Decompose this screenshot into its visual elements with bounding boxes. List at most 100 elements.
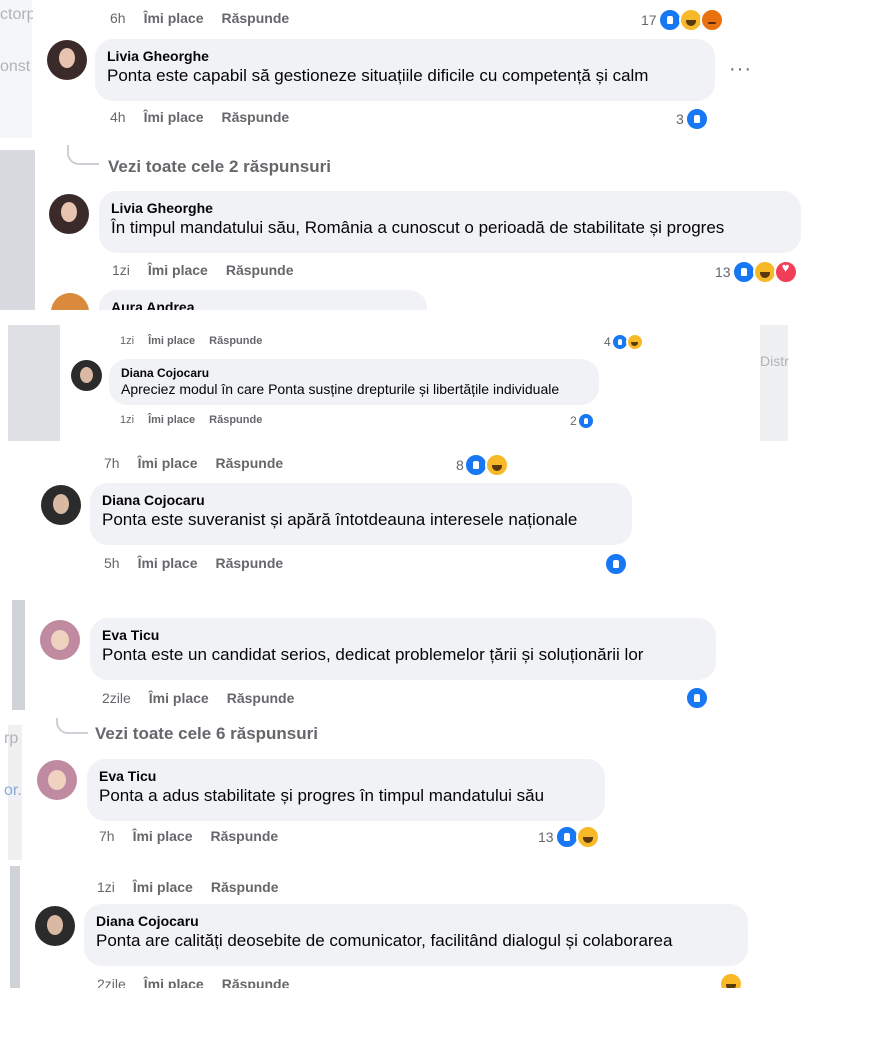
timestamp: 2zile: [102, 690, 131, 706]
reply-button[interactable]: Răspunde: [209, 335, 262, 347]
like-button[interactable]: Îmi place: [138, 555, 198, 571]
comment-actions: 1zi Îmi place Răspunde: [120, 335, 276, 347]
thread-connector: [56, 718, 88, 734]
reaction-summary[interactable]: 4: [604, 333, 644, 351]
reply-button[interactable]: Răspunde: [222, 976, 290, 988]
like-reaction-icon: [657, 8, 682, 32]
reaction-summary[interactable]: 17: [641, 8, 724, 32]
haha-reaction-icon: [719, 972, 743, 988]
comment-bubble: Diana Cojocaru Apreciez modul în care Po…: [109, 359, 599, 405]
background-text: or.: [4, 782, 22, 799]
timestamp: 1zi: [97, 879, 115, 895]
like-reaction-icon[interactable]: [685, 686, 709, 710]
like-button[interactable]: Îmi place: [144, 976, 204, 988]
comment-actions: 1zi Îmi place Răspunde: [112, 262, 312, 278]
reaction-count: 4: [604, 335, 611, 349]
comment-section-7: 1zi Îmi place Răspunde Diana Cojocaru Pont…: [20, 866, 750, 988]
comment-text: Ponta a adus stabilitate și progres în t…: [99, 786, 545, 805]
reply-button[interactable]: Răspunde: [216, 455, 284, 471]
comment-author[interactable]: Diana Cojocaru: [96, 912, 736, 930]
avatar[interactable]: [51, 293, 89, 310]
avatar[interactable]: [41, 485, 81, 525]
reaction-summary[interactable]: 3: [676, 107, 709, 131]
timestamp: 1zi: [120, 414, 135, 426]
comment-actions: 6h Îmi place Răspunde: [110, 10, 307, 26]
like-button[interactable]: Îmi place: [148, 414, 195, 426]
haha-reaction-icon: [625, 333, 644, 351]
background-strip: [760, 325, 788, 441]
comment-text: Apreciez modul în care Ponta susține dre…: [121, 381, 560, 397]
background-image-strip: [0, 150, 35, 310]
timestamp: 1zi: [120, 335, 135, 347]
haha-reaction-icon: [484, 453, 509, 477]
reaction-summary[interactable]: 13: [538, 825, 600, 849]
more-options-icon[interactable]: ···: [729, 58, 752, 81]
comment-bubble: Diana Cojocaru Ponta are calități deoseb…: [84, 904, 748, 966]
reply-button[interactable]: Răspunde: [211, 879, 279, 895]
avatar[interactable]: [71, 360, 102, 391]
like-reaction-icon[interactable]: [604, 552, 628, 576]
avatar[interactable]: [49, 194, 89, 234]
reaction-count: 3: [676, 111, 684, 127]
reply-button[interactable]: Răspunde: [209, 414, 262, 426]
timestamp: 2zile: [97, 976, 126, 988]
comment-actions: 7h Îmi place Răspunde: [99, 828, 296, 844]
reply-button[interactable]: Răspunde: [211, 828, 279, 844]
reply-button[interactable]: Răspunde: [226, 262, 294, 278]
like-reaction-icon: [731, 260, 756, 284]
comment-text: Ponta are calități deosebite de comunica…: [96, 931, 673, 950]
reaction-summary[interactable]: 8: [456, 453, 509, 477]
reaction-summary[interactable]: [604, 552, 628, 576]
reaction-summary[interactable]: 2: [570, 412, 595, 430]
comment-author[interactable]: Diana Cojocaru: [121, 366, 587, 380]
like-button[interactable]: Îmi place: [149, 690, 209, 706]
like-button[interactable]: Îmi place: [144, 109, 204, 125]
like-button[interactable]: Îmi place: [133, 879, 193, 895]
view-all-replies-link[interactable]: Vezi toate cele 6 răspunsuri: [95, 724, 318, 744]
avatar[interactable]: [37, 760, 77, 800]
comment-bubble: Livia Gheorghe Ponta este capabil să ges…: [95, 39, 715, 101]
like-button[interactable]: Îmi place: [133, 828, 193, 844]
reply-button[interactable]: Răspunde: [222, 109, 290, 125]
comment-author[interactable]: Eva Ticu: [99, 767, 593, 785]
reply-button[interactable]: Răspunde: [227, 690, 295, 706]
comment-text: Ponta este un candidat serios, dedicat p…: [102, 645, 644, 664]
comment-author[interactable]: Eva Ticu: [102, 626, 704, 644]
reply-button[interactable]: Răspunde: [222, 10, 290, 26]
like-button[interactable]: Îmi place: [148, 335, 195, 347]
angry-reaction-icon: [699, 8, 724, 32]
comment-section-6: Vezi toate cele 6 răspunsuri Eva Ticu Po…: [22, 718, 642, 858]
like-reaction-icon: [554, 825, 579, 849]
reaction-summary[interactable]: 13: [715, 260, 798, 284]
avatar-face: [51, 630, 69, 650]
avatar[interactable]: [35, 906, 75, 946]
avatar[interactable]: [40, 620, 80, 660]
avatar-face: [48, 770, 66, 790]
comment-text: În timpul mandatului său, România a cuno…: [111, 218, 725, 237]
comment-author[interactable]: Livia Gheorghe: [107, 47, 703, 65]
like-button[interactable]: Îmi place: [138, 455, 198, 471]
reaction-summary[interactable]: [719, 972, 743, 988]
haha-reaction-icon: [752, 260, 777, 284]
avatar-face: [47, 915, 63, 935]
comment-section-4: 7h Îmi place Răspunde 8 Diana Cojocaru Pon…: [30, 447, 670, 587]
comment-author[interactable]: Aura Andrea: [111, 298, 415, 310]
like-button[interactable]: Îmi place: [148, 262, 208, 278]
reaction-count: 8: [456, 457, 464, 473]
view-all-replies-link[interactable]: Vezi toate cele 2 răspunsuri: [108, 157, 331, 177]
like-button[interactable]: Îmi place: [144, 10, 204, 26]
reaction-summary[interactable]: [685, 686, 709, 710]
comment-bubble: Aura Andrea: [99, 290, 427, 310]
timestamp: 4h: [110, 109, 126, 125]
comment-author[interactable]: Livia Gheorghe: [111, 199, 789, 217]
comment-author[interactable]: Diana Cojocaru: [102, 491, 620, 509]
reaction-count: 2: [570, 414, 577, 428]
comment-actions: 7h Îmi place Răspunde: [104, 455, 301, 471]
like-reaction-icon: [576, 412, 595, 430]
comment-section-2: Vezi toate cele 2 răspunsuri Livia Gheor…: [35, 145, 805, 310]
avatar[interactable]: [47, 40, 87, 80]
timestamp: 1zi: [112, 262, 130, 278]
comment-text: Ponta este suveranist și apără întotdeau…: [102, 510, 578, 529]
reply-button[interactable]: Răspunde: [216, 555, 284, 571]
comment-section-3: 1zi Îmi place Răspunde 4 Diana Cojocaru Ap…: [60, 325, 760, 441]
